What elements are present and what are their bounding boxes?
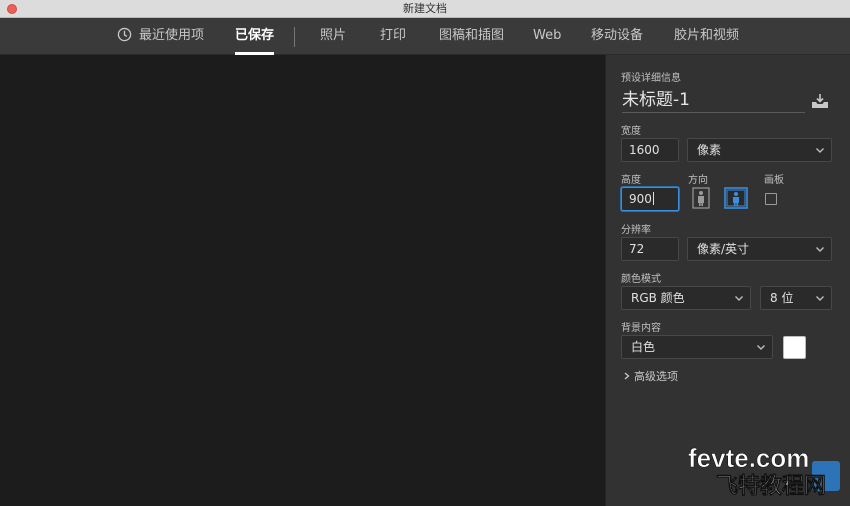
tab-mobile[interactable]: 移动设备 xyxy=(591,18,643,55)
color-mode-value: RGB 颜色 xyxy=(631,291,685,305)
tab-web[interactable]: Web xyxy=(533,18,561,55)
resolution-label: 分辨率 xyxy=(621,225,651,236)
title-bar: 新建文档 xyxy=(0,0,850,18)
chevron-down-icon xyxy=(757,345,765,350)
tab-print[interactable]: 打印 xyxy=(380,18,406,55)
chevron-down-icon xyxy=(816,148,824,153)
tab-art-illustration[interactable]: 图稿和插图 xyxy=(439,18,504,55)
color-mode-label: 颜色模式 xyxy=(621,274,661,285)
width-label: 宽度 xyxy=(621,126,641,137)
color-mode-select[interactable]: RGB 颜色 xyxy=(621,286,751,310)
bit-depth-value: 8 位 xyxy=(770,291,794,305)
width-unit-select[interactable]: 像素 xyxy=(687,138,832,162)
tab-recent[interactable]: 最近使用项 xyxy=(139,18,204,55)
resolution-unit-select[interactable]: 像素/英寸 xyxy=(687,237,832,261)
watermark-line2: 飞特教程网 xyxy=(716,473,826,497)
preset-list-area[interactable] xyxy=(0,55,605,506)
width-input[interactable]: 1600 xyxy=(621,138,679,162)
portrait-orientation-icon[interactable] xyxy=(691,187,711,209)
text-caret xyxy=(652,192,654,205)
background-select[interactable]: 白色 xyxy=(621,335,773,359)
background-value: 白色 xyxy=(631,340,656,354)
bit-depth-select[interactable]: 8 位 xyxy=(760,286,832,310)
preset-details-panel: 预设详细信息 未标题-1 宽度 1600 像素 高度 方向 画板 900 分辨率… xyxy=(605,55,850,506)
background-color-swatch[interactable] xyxy=(783,336,806,359)
site-watermark-logo: fevte.com 飞特教程网 xyxy=(688,443,840,497)
window-title: 新建文档 xyxy=(403,2,447,15)
width-unit-value: 像素 xyxy=(697,143,722,157)
save-preset-icon[interactable] xyxy=(811,93,829,109)
tab-saved[interactable]: 已保存 xyxy=(235,18,275,55)
height-value: 900 xyxy=(629,192,652,206)
background-label: 背景内容 xyxy=(621,323,661,334)
chevron-right-icon xyxy=(624,372,630,380)
clock-icon xyxy=(117,27,132,42)
landscape-orientation-icon[interactable] xyxy=(724,186,748,210)
height-input[interactable]: 900 xyxy=(621,187,679,211)
artboard-checkbox[interactable] xyxy=(765,193,777,205)
tab-photo[interactable]: 照片 xyxy=(320,18,346,55)
document-name-input[interactable]: 未标题-1 xyxy=(622,89,805,113)
orientation-label: 方向 xyxy=(688,175,708,186)
tab-film-video[interactable]: 胶片和视频 xyxy=(674,18,739,55)
chevron-down-icon xyxy=(816,296,824,301)
resolution-input[interactable]: 72 xyxy=(621,237,679,261)
section-title: 预设详细信息 xyxy=(621,73,681,84)
chevron-down-icon xyxy=(816,247,824,252)
tab-divider xyxy=(294,27,295,47)
chevron-down-icon xyxy=(735,296,743,301)
artboard-label: 画板 xyxy=(764,175,784,186)
advanced-options-label: 高级选项 xyxy=(634,370,678,383)
advanced-options-toggle[interactable]: 高级选项 xyxy=(623,368,678,384)
new-document-window: 新建文档 最近使用项 已保存 照片 打印 图稿和插图 Web 移动设备 胶片和视… xyxy=(0,0,850,506)
height-label: 高度 xyxy=(621,175,641,186)
watermark-line1: fevte.com xyxy=(688,443,809,473)
resolution-unit-value: 像素/英寸 xyxy=(697,242,750,256)
